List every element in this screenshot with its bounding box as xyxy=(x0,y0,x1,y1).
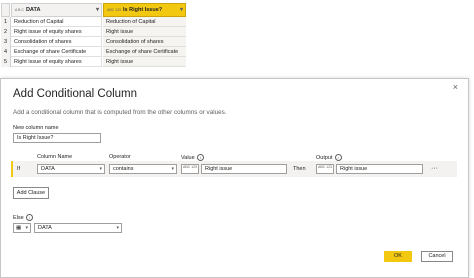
cell-data[interactable]: Right issue of equity shares xyxy=(11,57,102,67)
cancel-button[interactable]: Cancel xyxy=(421,251,453,262)
dialog-title: Add Conditional Column xyxy=(13,88,138,100)
info-icon[interactable]: i xyxy=(196,154,204,161)
row-number: 3 xyxy=(1,37,11,47)
cell-data[interactable]: Right issue of equity shares xyxy=(11,27,102,37)
column-name-value: DATA xyxy=(41,166,55,172)
cell-data[interactable]: Reduction of Capital xyxy=(11,17,102,27)
else-label: Else i xyxy=(13,214,33,221)
column-header-label: Is Right Issue? xyxy=(123,7,163,13)
operator-header: Operator xyxy=(109,154,131,160)
ok-button[interactable]: OK xyxy=(384,251,412,262)
cell-result[interactable]: Consolidation of shares xyxy=(103,37,186,47)
chevron-down-icon[interactable]: ▾ xyxy=(171,165,174,173)
row-number: 2 xyxy=(1,27,11,37)
column-header-data[interactable]: A B C DATA ▾ xyxy=(11,3,102,17)
else-value: DATA xyxy=(38,225,52,231)
else-label-text: Else xyxy=(13,214,24,221)
value-type-icon[interactable]: ABC 123 xyxy=(181,164,199,174)
query-preview-table: A B C DATA ▾ ABC 123 Is Right Issue? ▾ 1 R… xyxy=(0,0,474,78)
row-number: 1 xyxy=(1,17,11,27)
text-type-icon[interactable]: A B C xyxy=(15,8,24,12)
info-icon[interactable]: i xyxy=(334,154,342,161)
chevron-down-icon[interactable]: ▾ xyxy=(99,165,102,173)
table-row: 4 Exchange of share Certificate Exchange… xyxy=(1,47,186,57)
add-conditional-column-dialog: × Add Conditional Column Add a condition… xyxy=(0,78,469,278)
operator-select[interactable]: contains ▾ xyxy=(109,164,177,174)
row-number: 5 xyxy=(1,57,11,67)
chevron-down-icon[interactable]: ▾ xyxy=(180,4,183,16)
info-icon[interactable]: i xyxy=(25,214,33,221)
chevron-down-icon[interactable]: ▾ xyxy=(25,224,28,232)
chevron-down-icon[interactable]: ▾ xyxy=(96,4,99,16)
cell-data[interactable]: Exchange of share Certificate xyxy=(11,47,102,57)
cell-result[interactable]: Right issue xyxy=(103,27,186,37)
new-column-name-input[interactable]: Is Right Issue? xyxy=(13,133,101,143)
table-row: 3 Consolidation of shares Consolidation … xyxy=(1,37,186,47)
table-row: 5 Right issue of equity shares Right iss… xyxy=(1,57,186,67)
output-type-icon[interactable]: ABC 123 xyxy=(316,164,334,174)
clause-accent-bar xyxy=(11,161,13,177)
value-header: Value i xyxy=(181,154,204,161)
cell-result[interactable]: Right issue xyxy=(103,57,186,67)
dialog-description: Add a conditional column that is compute… xyxy=(13,109,227,116)
row-number: 4 xyxy=(1,47,11,57)
any-type-icon[interactable]: ABC 123 xyxy=(107,8,121,12)
operator-value: contains xyxy=(113,166,134,172)
cell-result[interactable]: Exchange of share Certificate xyxy=(103,47,186,57)
more-options-icon[interactable]: ··· xyxy=(431,165,438,172)
else-column-select[interactable]: DATA ▾ xyxy=(34,223,122,233)
new-column-name-label: New column name xyxy=(13,125,59,131)
else-type-select[interactable]: ▦ ▾ xyxy=(13,223,31,233)
cell-result[interactable]: Reduction of Capital xyxy=(103,17,186,27)
column-name-header: Column Name xyxy=(37,154,73,160)
column-name-select[interactable]: DATA ▾ xyxy=(37,164,105,174)
table-row: 2 Right issue of equity shares Right iss… xyxy=(1,27,186,37)
then-label: Then xyxy=(293,166,306,172)
cell-data[interactable]: Consolidation of shares xyxy=(11,37,102,47)
output-input[interactable]: Right issue xyxy=(336,164,423,174)
column-header-is-right-issue[interactable]: ABC 123 Is Right Issue? ▾ xyxy=(103,3,186,17)
value-input[interactable]: Right issue xyxy=(201,164,287,174)
column-header-label: DATA xyxy=(25,7,41,13)
table-icon: ▦ xyxy=(16,225,22,231)
if-label: If xyxy=(17,166,21,172)
chevron-down-icon[interactable]: ▾ xyxy=(116,224,119,232)
add-clause-button[interactable]: Add Clause xyxy=(13,187,49,199)
table-corner[interactable] xyxy=(1,3,10,17)
output-header: Output i xyxy=(316,154,342,161)
close-icon[interactable]: × xyxy=(453,82,458,92)
table-row: 1 Reduction of Capital Reduction of Capi… xyxy=(1,17,186,27)
